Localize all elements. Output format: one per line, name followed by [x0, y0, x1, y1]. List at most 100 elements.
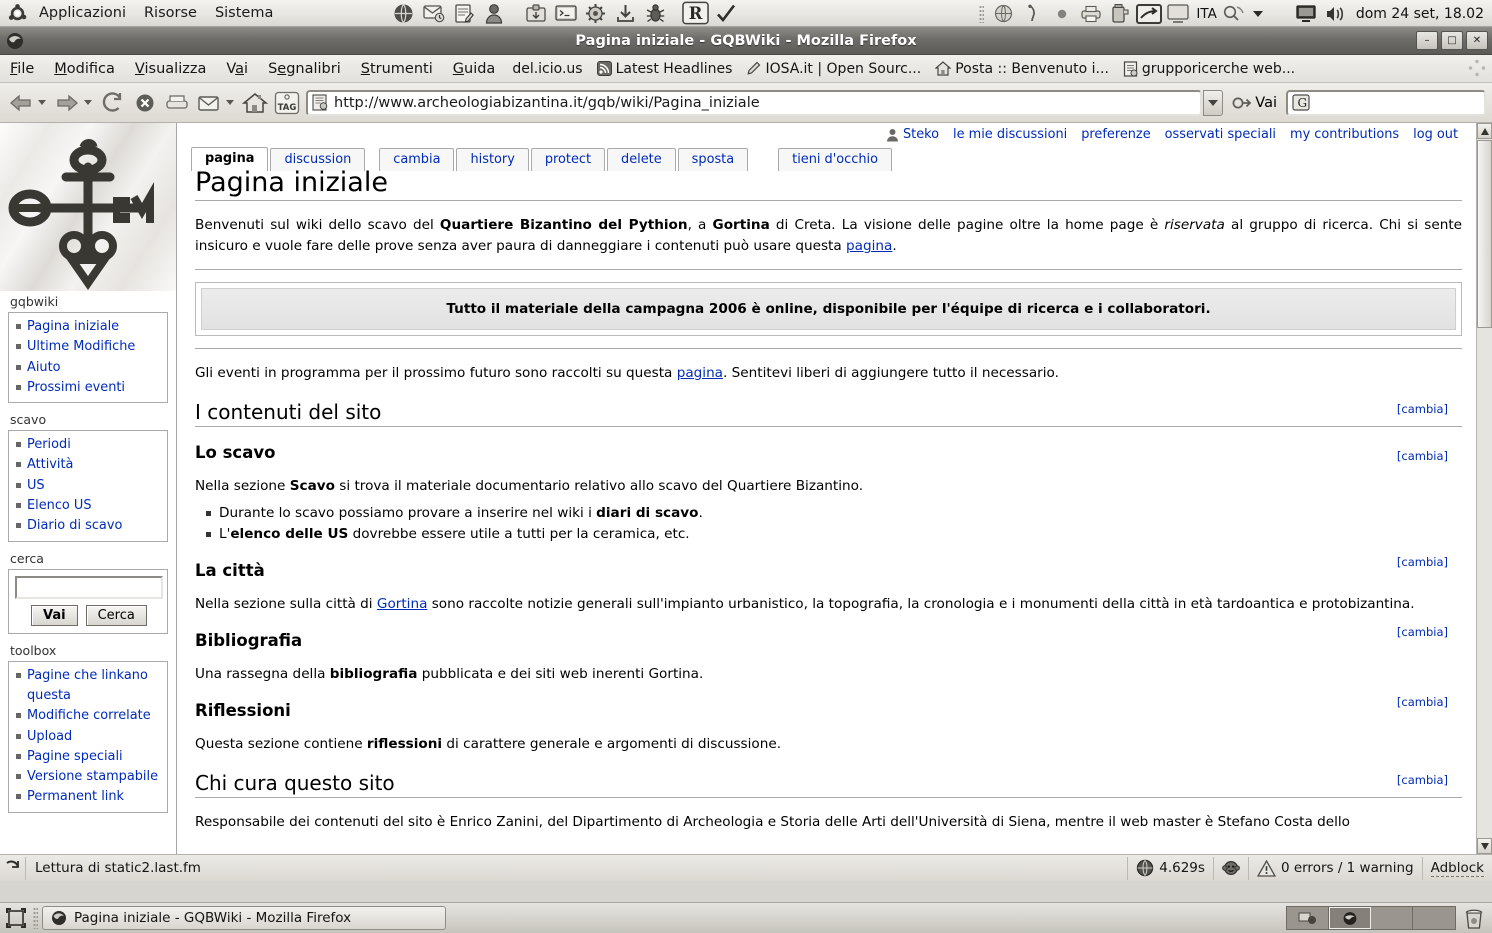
terminal-icon[interactable]	[552, 2, 579, 24]
user-link-contributions[interactable]: my contributions	[1290, 127, 1399, 142]
tray-handle[interactable]	[979, 4, 985, 23]
menu-visualizza[interactable]: Visualizza	[125, 59, 216, 79]
toolbox-item-whatlinkshere[interactable]: Pagine che linkano questa	[16, 666, 167, 707]
taskbar-handle[interactable]	[33, 907, 38, 929]
toolbox-item-printable[interactable]: Versione stampabile	[16, 767, 167, 787]
url-history-dropdown[interactable]	[1203, 89, 1224, 116]
close-button[interactable]: ✕	[1466, 31, 1488, 50]
panel-menu-applicazioni[interactable]: Applicazioni	[30, 3, 135, 23]
edit-section-link[interactable]: [cambia]	[1397, 773, 1448, 787]
wiki-search-button[interactable]: Cerca	[85, 604, 147, 626]
edit-section-link[interactable]: [cambia]	[1397, 402, 1448, 416]
user-link-logout[interactable]: log out	[1413, 127, 1458, 142]
email-icon[interactable]	[420, 2, 447, 24]
stop-button[interactable]	[130, 88, 160, 118]
user-link-steko[interactable]: Steko	[886, 127, 939, 142]
print-button[interactable]	[162, 88, 192, 118]
back-dropdown-icon[interactable]	[38, 100, 46, 105]
pointer-icon[interactable]	[1019, 3, 1046, 25]
search-engine-icon[interactable]: G	[1292, 94, 1310, 111]
bug-icon[interactable]	[642, 2, 669, 24]
window-titlebar[interactable]: Pagina iniziale - GQBWiki - Mozilla Fire…	[0, 27, 1492, 55]
menu-segnalibri[interactable]: Segnalibri	[258, 59, 351, 79]
edit-section-link[interactable]: [cambia]	[1397, 625, 1448, 639]
edit-section-link[interactable]: [cambia]	[1397, 449, 1448, 463]
user-icon[interactable]	[480, 2, 507, 24]
intro-link-pagina[interactable]: pagina	[846, 238, 892, 254]
scroll-down-button[interactable]	[1477, 838, 1492, 854]
user-link-preferences[interactable]: preferenze	[1081, 127, 1150, 142]
trash-icon[interactable]	[1461, 905, 1487, 931]
checkmark-icon[interactable]	[712, 2, 739, 24]
wiki-search-go-button[interactable]: Vai	[31, 604, 78, 626]
mail-dropdown-icon[interactable]	[226, 100, 234, 105]
page-scrollbar[interactable]	[1476, 123, 1492, 854]
toolbox-item-upload[interactable]: Upload	[16, 727, 167, 747]
sidebar-item-pagina-iniziale[interactable]: Pagina iniziale	[16, 317, 167, 337]
taskbar-item-firefox[interactable]: Pagina iniziale - GQBWiki - Mozilla Fire…	[42, 906, 446, 930]
home-button[interactable]	[240, 88, 270, 118]
events-link-pagina[interactable]: pagina	[677, 365, 723, 381]
citta-link-gortina[interactable]: Gortina	[377, 596, 428, 612]
forward-button[interactable]	[52, 88, 82, 118]
user-link-mytalk[interactable]: le mie discussioni	[953, 127, 1067, 142]
bookmark-iosa[interactable]: IOSA.it | Open Sourc...	[739, 59, 928, 79]
menu-guida[interactable]: Guida	[443, 59, 506, 79]
show-desktop-icon[interactable]	[3, 905, 29, 931]
clock[interactable]: dom 24 set, 18.02	[1351, 6, 1488, 22]
display-icon[interactable]	[1164, 3, 1191, 25]
toolbox-item-permanentlink[interactable]: Permanent link	[16, 787, 167, 807]
keyboard-layout-indicator[interactable]: ITA	[1193, 6, 1219, 22]
panel-menu-risorse[interactable]: Risorse	[135, 3, 206, 23]
sidebar-item-periodi[interactable]: Periodi	[16, 435, 167, 455]
workspace-3[interactable]	[1371, 907, 1413, 929]
sidebar-item-attivita[interactable]: Attività	[16, 455, 167, 475]
sidebar-item-us[interactable]: US	[16, 476, 167, 496]
volume-icon[interactable]	[1322, 3, 1349, 25]
dot-icon[interactable]	[1048, 3, 1075, 25]
greasemonkey-indicator[interactable]	[1212, 856, 1248, 880]
download-icon[interactable]	[612, 2, 639, 24]
settings-icon[interactable]	[582, 2, 609, 24]
edit-section-link[interactable]: [cambia]	[1397, 555, 1448, 569]
notes-icon[interactable]	[450, 2, 477, 24]
battery-icon[interactable]	[1106, 3, 1133, 25]
minimize-button[interactable]: –	[1416, 31, 1438, 50]
bookmark-latest-headlines[interactable]: Latest Headlines	[590, 59, 740, 79]
load-time-indicator[interactable]: 4.629s	[1127, 856, 1213, 880]
globe-icon[interactable]	[990, 3, 1017, 25]
mail-button[interactable]	[194, 88, 224, 118]
forward-dropdown-icon[interactable]	[84, 100, 92, 105]
menu-file[interactable]: File	[0, 59, 44, 79]
user-link-watchlist[interactable]: osservati speciali	[1165, 127, 1276, 142]
workspace-1[interactable]	[1287, 907, 1329, 929]
distro-logo-icon[interactable]	[4, 3, 30, 23]
sidebar-item-aiuto[interactable]: Aiuto	[16, 358, 167, 378]
menu-modifica[interactable]: Modifica	[44, 59, 125, 79]
workspace-switcher[interactable]	[1286, 906, 1456, 930]
workspace-4[interactable]	[1413, 907, 1455, 929]
toolbox-item-recentchangeslinked[interactable]: Modifiche correlate	[16, 706, 167, 726]
search-tool-icon[interactable]	[1222, 3, 1249, 25]
web-browser-icon[interactable]	[390, 2, 417, 24]
adblock-indicator[interactable]: Adblock	[1421, 856, 1492, 880]
bookmark-grupporicerche[interactable]: grupporicerche web...	[1116, 59, 1302, 79]
scroll-up-button[interactable]	[1477, 123, 1492, 139]
printer-icon[interactable]	[1077, 3, 1104, 25]
sidebar-item-ultime-modifiche[interactable]: Ultime Modifiche	[16, 337, 167, 357]
search-input[interactable]: G	[1286, 89, 1486, 116]
wiki-logo[interactable]	[0, 123, 176, 291]
reload-button[interactable]	[98, 88, 128, 118]
r-logo-icon[interactable]: R	[682, 1, 710, 25]
monitor-icon[interactable]	[1293, 3, 1320, 25]
scrollbar-thumb[interactable]	[1477, 140, 1492, 328]
error-console-indicator[interactable]: 0 errors / 1 warning	[1247, 856, 1422, 880]
sidebar-item-elenco-us[interactable]: Elenco US	[16, 496, 167, 516]
go-button[interactable]: Vai	[1225, 94, 1284, 112]
archive-icon[interactable]	[522, 2, 549, 24]
tag-button[interactable]: TAG	[272, 88, 302, 118]
url-bar[interactable]: http://www.archeologiabizantina.it/gqb/w…	[306, 89, 1203, 116]
maximize-button[interactable]: □	[1441, 31, 1463, 50]
bookmark-delicious[interactable]: del.icio.us	[505, 59, 589, 79]
panel-menu-sistema[interactable]: Sistema	[206, 3, 282, 23]
